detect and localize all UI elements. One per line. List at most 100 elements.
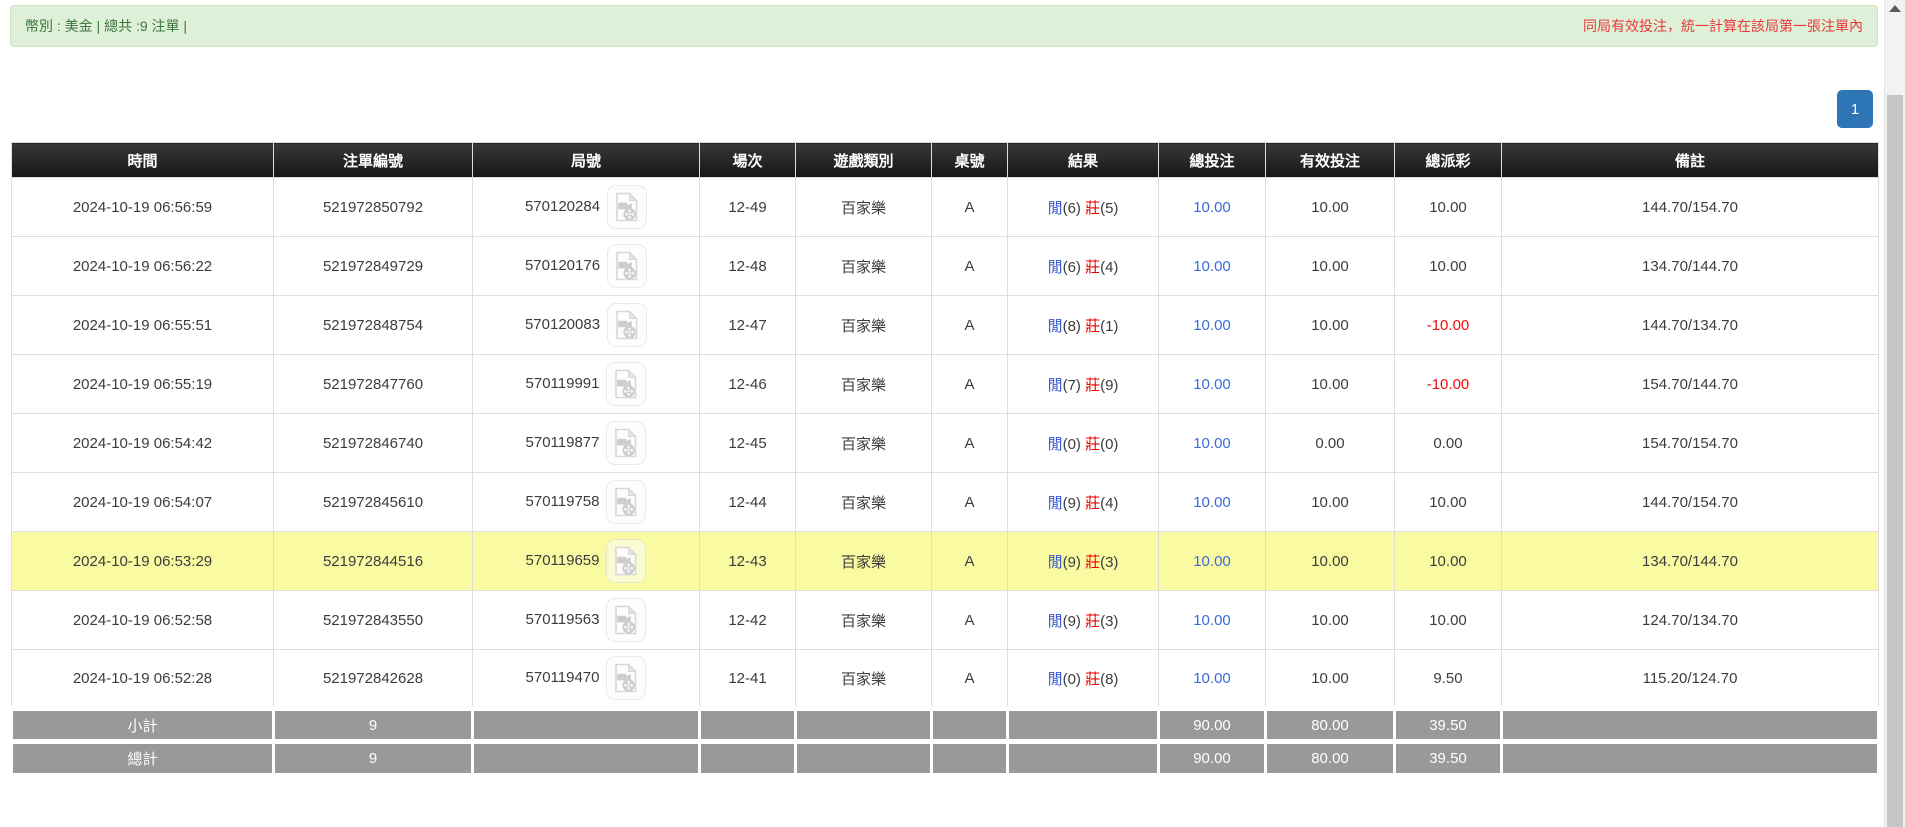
total-bet-link[interactable]: 10.00 — [1193, 553, 1231, 570]
table-row: 2024-10-19 06:54:42521972846740570119877… — [12, 414, 1879, 473]
table-row: 2024-10-19 06:56:22521972849729570120176… — [12, 237, 1879, 296]
total-bet-link[interactable]: 10.00 — [1193, 199, 1231, 216]
video-replay-icon — [614, 251, 640, 281]
remark-text: 144.70/154.70 — [1642, 199, 1738, 216]
remark-text: 144.70/134.70 — [1642, 317, 1738, 334]
session-text: 12-42 — [728, 612, 766, 629]
total-bet-link[interactable]: 10.00 — [1193, 670, 1231, 687]
total-bet-link[interactable]: 10.00 — [1193, 317, 1231, 334]
cell-table-no: A — [932, 296, 1008, 355]
video-replay-button[interactable] — [606, 480, 646, 524]
round-id-text: 570120176 — [525, 257, 600, 274]
video-replay-button[interactable] — [606, 598, 646, 642]
player-points-text: (9) — [1063, 613, 1086, 630]
game-type-text: 百家樂 — [841, 377, 886, 394]
cell-time: 2024-10-19 06:52:58 — [12, 591, 274, 650]
session-text: 12-41 — [728, 670, 766, 687]
player-label: 閒 — [1048, 671, 1063, 688]
cell-bet-id: 521972848754 — [274, 296, 473, 355]
cell-total-bet: 10.00 — [1159, 591, 1266, 650]
remark-text: 115.20/124.70 — [1643, 670, 1738, 687]
table-no-text: A — [964, 199, 974, 216]
cell-valid-bet: 10.00 — [1266, 296, 1395, 355]
summary-empty-cell — [932, 742, 1008, 775]
currency-total-text: 幣別 : 美金 | 總共 :9 注單 | — [25, 16, 187, 36]
cell-result: 閒(9) 莊(3) — [1008, 532, 1159, 591]
video-replay-button[interactable] — [607, 185, 647, 229]
cell-bet-id: 521972842628 — [274, 650, 473, 709]
cell-time: 2024-10-19 06:54:07 — [12, 473, 274, 532]
cell-result: 閒(9) 莊(3) — [1008, 591, 1159, 650]
valid-bet-text: 10.00 — [1311, 670, 1349, 687]
total-bet-link[interactable]: 10.00 — [1193, 435, 1231, 452]
player-points-text: (9) — [1063, 495, 1086, 512]
scrollbar[interactable] — [1884, 0, 1905, 827]
page-1-button[interactable]: 1 — [1837, 90, 1873, 128]
time-text: 2024-10-19 06:56:59 — [73, 199, 212, 216]
summary-label: 總計 — [12, 742, 274, 775]
round-id-text: 570119470 — [526, 669, 600, 686]
round-id-text: 570120083 — [525, 316, 600, 333]
cell-session: 12-41 — [700, 650, 796, 709]
subtotal-row: 小計990.0080.0039.50 — [12, 709, 1879, 742]
cell-valid-bet: 10.00 — [1266, 650, 1395, 709]
scrollbar-thumb[interactable] — [1887, 95, 1903, 827]
video-replay-button[interactable] — [606, 539, 646, 583]
session-text: 12-48 — [728, 258, 766, 275]
game-type-text: 百家樂 — [841, 554, 886, 571]
table-no-text: A — [964, 258, 974, 275]
video-replay-icon — [613, 369, 639, 399]
table-no-text: A — [964, 494, 974, 511]
cell-bet-id: 521972845610 — [274, 473, 473, 532]
banker-points-text: (4) — [1100, 495, 1118, 512]
valid-bet-text: 10.00 — [1311, 376, 1349, 393]
cell-bet-id: 521972844516 — [274, 532, 473, 591]
summary-empty-cell — [932, 709, 1008, 742]
scroll-up-arrow-icon[interactable] — [1889, 5, 1901, 12]
cell-round-id: 570119563 — [473, 591, 700, 650]
cell-payout: 0.00 — [1395, 414, 1502, 473]
cell-remark: 115.20/124.70 — [1502, 650, 1879, 709]
cell-total-bet: 10.00 — [1159, 650, 1266, 709]
video-replay-button[interactable] — [607, 244, 647, 288]
session-text: 12-46 — [728, 376, 766, 393]
banker-label: 莊 — [1085, 318, 1100, 335]
video-replay-button[interactable] — [606, 656, 646, 700]
player-points-text: (6) — [1063, 200, 1086, 217]
table-header-row: 時間注單編號局號場次遊戲類別桌號結果總投注有效投注總派彩備註 — [12, 143, 1879, 178]
total-bet-link[interactable]: 10.00 — [1193, 376, 1231, 393]
cell-game-type: 百家樂 — [796, 532, 932, 591]
remark-text: 154.70/154.70 — [1642, 435, 1738, 452]
session-text: 12-47 — [728, 317, 766, 334]
bet-id-text: 521972850792 — [323, 199, 423, 216]
cell-total-bet: 10.00 — [1159, 473, 1266, 532]
cell-result: 閒(6) 莊(5) — [1008, 178, 1159, 237]
banker-points-text: (8) — [1100, 671, 1118, 688]
video-replay-button[interactable] — [606, 362, 646, 406]
cell-result: 閒(0) 莊(8) — [1008, 650, 1159, 709]
cell-valid-bet: 10.00 — [1266, 355, 1395, 414]
total-bet-link[interactable]: 10.00 — [1193, 258, 1231, 275]
summary-total-bet: 90.00 — [1159, 742, 1266, 775]
column-header-result: 結果 — [1008, 143, 1159, 178]
cell-remark: 154.70/154.70 — [1502, 414, 1879, 473]
cell-time: 2024-10-19 06:55:51 — [12, 296, 274, 355]
cell-game-type: 百家樂 — [796, 414, 932, 473]
cell-payout: -10.00 — [1395, 296, 1502, 355]
banker-label: 莊 — [1085, 671, 1100, 688]
payout-text: -10.00 — [1427, 317, 1470, 334]
cell-table-no: A — [932, 237, 1008, 296]
summary-empty-cell — [1502, 742, 1879, 775]
cell-remark: 134.70/144.70 — [1502, 237, 1879, 296]
cell-bet-id: 521972847760 — [274, 355, 473, 414]
total-bet-link[interactable]: 10.00 — [1193, 494, 1231, 511]
round-id-text: 570119758 — [526, 493, 600, 510]
cell-session: 12-42 — [700, 591, 796, 650]
cell-result: 閒(9) 莊(4) — [1008, 473, 1159, 532]
cell-game-type: 百家樂 — [796, 355, 932, 414]
video-replay-button[interactable] — [607, 303, 647, 347]
cell-total-bet: 10.00 — [1159, 296, 1266, 355]
game-type-text: 百家樂 — [841, 259, 886, 276]
video-replay-button[interactable] — [606, 421, 646, 465]
total-bet-link[interactable]: 10.00 — [1193, 612, 1231, 629]
